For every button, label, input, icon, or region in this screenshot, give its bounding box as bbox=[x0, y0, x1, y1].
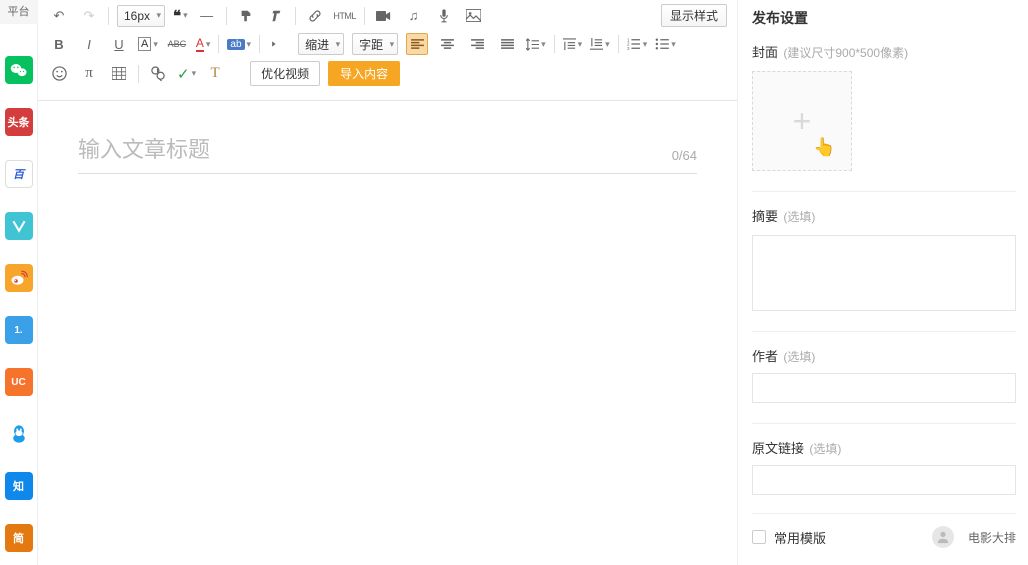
font-family-button[interactable]: A▾ bbox=[138, 33, 158, 55]
music-icon[interactable]: ♫ bbox=[403, 5, 425, 27]
yidian-icon[interactable]: 1. bbox=[5, 316, 33, 344]
title-char-count: 0/64 bbox=[672, 148, 697, 163]
padding-bottom-button[interactable]: ▾ bbox=[590, 33, 610, 55]
plus-icon: + bbox=[793, 105, 812, 137]
clear-format-icon[interactable] bbox=[265, 5, 287, 27]
platform-sidebar: 平台 头条 百 1. UC 知 简 bbox=[0, 0, 38, 565]
align-justify-icon[interactable] bbox=[496, 33, 518, 55]
cover-hint: (建议尺寸900*500像素) bbox=[783, 46, 908, 60]
editor-main: ↶ ↷ 16px ❝▾ — HTML ♫ 显示样式 B I U A▾ ABC A… bbox=[38, 0, 738, 565]
padding-top-button[interactable]: ▾ bbox=[563, 33, 583, 55]
unordered-list-button[interactable]: ▾ bbox=[655, 33, 676, 55]
mic-icon[interactable] bbox=[433, 5, 455, 27]
align-right-icon[interactable] bbox=[466, 33, 488, 55]
search-icon[interactable] bbox=[147, 63, 169, 85]
align-left-icon[interactable] bbox=[406, 33, 428, 55]
editor-toolbar: ↶ ↷ 16px ❝▾ — HTML ♫ 显示样式 B I U A▾ ABC A… bbox=[38, 0, 737, 101]
strikethrough-button[interactable]: ABC bbox=[166, 33, 188, 55]
baijia-icon[interactable]: 百 bbox=[5, 160, 33, 188]
article-title-input[interactable] bbox=[78, 131, 697, 173]
dayu-icon[interactable] bbox=[5, 212, 33, 240]
cursor-icon: 👆 bbox=[813, 137, 835, 158]
template-example: 电影大排 bbox=[968, 529, 1016, 546]
template-checkbox[interactable] bbox=[752, 530, 766, 544]
font-color-button[interactable]: A▾ bbox=[196, 33, 211, 55]
pi-button[interactable]: π bbox=[78, 63, 100, 85]
line-height-button[interactable]: ▾ bbox=[526, 33, 546, 55]
font-size-select[interactable]: 16px bbox=[117, 5, 165, 27]
qq-icon[interactable] bbox=[5, 420, 33, 448]
quote-button[interactable]: ❝▾ bbox=[173, 5, 188, 27]
summary-label: 摘要 bbox=[752, 209, 778, 224]
undo-icon[interactable]: ↶ bbox=[48, 5, 70, 27]
cover-label: 封面 bbox=[752, 45, 778, 60]
summary-hint: (选填) bbox=[783, 210, 815, 224]
publish-panel: 发布设置 封面 (建议尺寸900*500像素) + 👆 摘要 (选填) 作者 (… bbox=[738, 0, 1028, 565]
check-button[interactable]: ✓▾ bbox=[177, 63, 196, 85]
link-icon[interactable] bbox=[304, 5, 326, 27]
hr-button[interactable]: — bbox=[196, 5, 218, 27]
html-button[interactable]: HTML bbox=[334, 5, 356, 27]
publish-panel-title: 发布设置 bbox=[752, 8, 1016, 28]
highlight-button[interactable]: ab▾ bbox=[227, 33, 251, 55]
author-label: 作者 bbox=[752, 349, 778, 364]
redo-icon[interactable]: ↷ bbox=[78, 5, 100, 27]
format-paint-icon[interactable] bbox=[235, 5, 257, 27]
wechat-icon[interactable] bbox=[5, 56, 33, 84]
image-icon[interactable] bbox=[463, 5, 485, 27]
italic-button[interactable]: I bbox=[78, 33, 100, 55]
source-link-input[interactable] bbox=[752, 465, 1016, 495]
optimize-video-button[interactable]: 优化视频 bbox=[250, 61, 320, 86]
text-mode-button[interactable]: T bbox=[204, 63, 226, 85]
avatar-icon bbox=[932, 526, 954, 548]
ordered-list-button[interactable]: 123▾ bbox=[627, 33, 648, 55]
indent-select[interactable]: 缩进 bbox=[298, 33, 344, 55]
underline-button[interactable]: U bbox=[108, 33, 130, 55]
toutiao-icon[interactable]: 头条 bbox=[5, 108, 33, 136]
summary-textarea[interactable] bbox=[752, 235, 1016, 311]
table-icon[interactable] bbox=[108, 63, 130, 85]
show-style-button[interactable]: 显示样式 bbox=[661, 4, 727, 27]
source-link-label: 原文链接 bbox=[752, 441, 804, 456]
source-link-hint: (选填) bbox=[809, 442, 841, 456]
bold-button[interactable]: B bbox=[48, 33, 70, 55]
author-input[interactable] bbox=[752, 373, 1016, 403]
platform-label: 平台 bbox=[0, 0, 38, 24]
import-content-button[interactable]: 导入内容 bbox=[328, 61, 400, 86]
cover-upload-box[interactable]: + 👆 bbox=[752, 71, 852, 171]
weibo-icon[interactable] bbox=[5, 264, 33, 292]
outdent-icon[interactable] bbox=[268, 33, 290, 55]
template-label: 常用模版 bbox=[774, 528, 826, 547]
uc-icon[interactable]: UC bbox=[5, 368, 33, 396]
zhihu-icon[interactable]: 知 bbox=[5, 472, 33, 500]
author-hint: (选填) bbox=[783, 350, 815, 364]
emoji-button[interactable] bbox=[48, 63, 70, 85]
jianshu-icon[interactable]: 简 bbox=[5, 524, 33, 552]
svg-text:3: 3 bbox=[627, 46, 630, 50]
align-center-icon[interactable] bbox=[436, 33, 458, 55]
video-icon[interactable] bbox=[373, 5, 395, 27]
spacing-select[interactable]: 字距 bbox=[352, 33, 398, 55]
